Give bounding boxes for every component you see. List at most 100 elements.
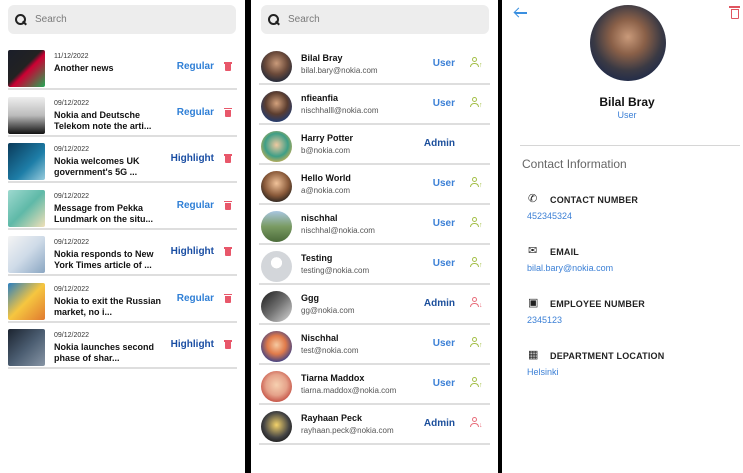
icon-body [470,183,479,187]
demote-user-icon[interactable]: ↓ [470,417,483,429]
news-row[interactable]: 09/12/2022 Nokia welcomes UK government's… [8,140,237,183]
icon-head [472,337,477,342]
icon-body [470,303,479,307]
users-search-bar[interactable]: Search [261,5,489,34]
user-name: Hello World [301,173,351,183]
icon-head [472,177,477,182]
user-name: nfieanfia [301,93,339,103]
user-name: Harry Potter [301,133,354,143]
news-thumbnail [8,189,45,227]
field-label: DEPARTMENT LOCATION [550,351,665,361]
icon-arrow: ↑ [479,262,483,269]
demote-user-icon[interactable]: ↓ [470,297,483,309]
user-email: rayhaan.peck@nokia.com [301,426,394,435]
contact-info-heading: Contact Information [522,157,627,171]
news-row[interactable]: 09/12/2022 Nokia and Deutsche Telekom not… [8,94,237,137]
trash-icon[interactable] [224,62,232,71]
icon-head [472,97,477,102]
field-value: Helsinki [527,367,559,377]
news-date: 09/12/2022 [54,99,90,107]
promote-user-icon[interactable]: ↑ [470,337,483,349]
user-email: gg@nokia.com [301,306,355,315]
user-row[interactable]: Nischhal test@nokia.com User ↑ [259,327,490,365]
trash-icon[interactable] [224,154,232,163]
back-arrow-icon[interactable] [514,6,528,20]
user-row[interactable]: Testing testing@nokia.com User ↑ [259,247,490,285]
user-role: Admin [423,138,455,149]
icon-arrow: ↑ [479,102,483,109]
news-thumbnail [8,96,45,134]
news-search-bar[interactable]: Search [8,5,236,34]
icon-body [470,423,479,427]
user-row[interactable]: Ggg gg@nokia.com Admin ↓ [259,287,490,325]
user-role: User [432,98,455,109]
promote-user-icon[interactable]: ↑ [470,217,483,229]
user-role: Admin [423,418,455,429]
news-thumbnail [8,329,45,366]
promote-user-icon[interactable]: ↑ [470,97,483,109]
promote-user-icon[interactable]: ↑ [470,257,483,269]
user-avatar [261,91,292,122]
user-email: a@nokia.com [301,186,351,195]
field-label: CONTACT NUMBER [550,195,639,205]
news-row[interactable]: 09/12/2022 Nokia responds to New York Tim… [8,233,237,276]
user-name: nischhal [301,213,338,223]
news-date: 09/12/2022 [54,285,90,293]
trash-icon[interactable] [224,340,232,349]
phone-icon: ✆ [528,193,538,205]
news-row[interactable]: 09/12/2022 Nokia to exit the Russian mark… [8,280,237,323]
news-row[interactable]: 11/12/2022 Another news Regular [8,47,237,90]
news-title: Nokia welcomes UK government's 5G ... [54,156,140,177]
user-row[interactable]: Tiarna Maddox tiarna.maddox@nokia.com User… [259,367,490,405]
news-date: 09/12/2022 [54,332,90,339]
delete-user-icon[interactable] [729,6,740,19]
user-email: test@nokia.com [301,346,359,355]
user-role: User [432,218,455,229]
news-title: Nokia and Deutsche Telekom note the arti… [54,109,152,131]
user-row[interactable]: Rayhaan Peck rayhaan.peck@nokia.com Admin ↓ [259,407,490,445]
trash-icon[interactable] [224,247,232,256]
icon-arrow: ↑ [479,342,483,349]
user-role: User [432,178,455,189]
search-icon [268,13,280,26]
promote-user-icon[interactable]: ↑ [470,57,483,69]
news-search-placeholder: Search [35,14,67,25]
news-date: 09/12/2022 [54,192,90,200]
profile-avatar [590,5,666,81]
promote-user-icon[interactable]: ↑ [470,377,483,389]
news-date: 09/12/2022 [54,146,90,153]
news-type: Regular [176,61,214,72]
icon-head [472,377,477,382]
field-value[interactable]: bilal.bary@nokia.com [527,263,613,273]
news-title: Nokia launches second phase of shar... [54,342,155,363]
user-email: nischhalll@nokia.com [301,106,379,115]
user-row[interactable]: Bilal Bray bilal.bary@nokia.com User ↑ [259,47,490,85]
field-label: EMPLOYEE NUMBER [550,299,646,309]
news-row[interactable]: 09/12/2022 Message from Pekka Lundmark on… [8,187,237,230]
user-email: testing@nokia.com [301,266,370,275]
user-name: Bilal Bray [301,53,343,63]
user-role: User [432,58,455,69]
user-row[interactable]: Harry Potter b@nokia.com Admin [259,127,490,165]
user-row[interactable]: nfieanfia nischhalll@nokia.com User ↑ [259,87,490,125]
search-icon [15,13,27,26]
news-thumbnail [8,143,45,180]
trash-icon[interactable] [224,200,232,210]
icon-head [472,57,477,62]
news-thumbnail [8,50,45,87]
promote-user-icon[interactable]: ↑ [470,177,483,189]
divider [520,145,740,146]
user-row[interactable]: nischhal nischhal@nokia.com User ↑ [259,207,490,245]
news-thumbnail [8,236,45,273]
user-role: User [432,258,455,269]
user-name: Tiarna Maddox [301,373,365,383]
news-date: 09/12/2022 [54,239,90,246]
trash-icon[interactable] [224,293,232,303]
users-search-placeholder: Search [288,14,320,25]
trash-icon[interactable] [224,107,232,117]
field-value[interactable]: 452345324 [527,211,572,221]
user-avatar [261,131,292,162]
user-row[interactable]: Hello World a@nokia.com User ↑ [259,167,490,205]
icon-body [470,343,479,347]
news-row[interactable]: 09/12/2022 Nokia launches second phase of… [8,326,237,369]
